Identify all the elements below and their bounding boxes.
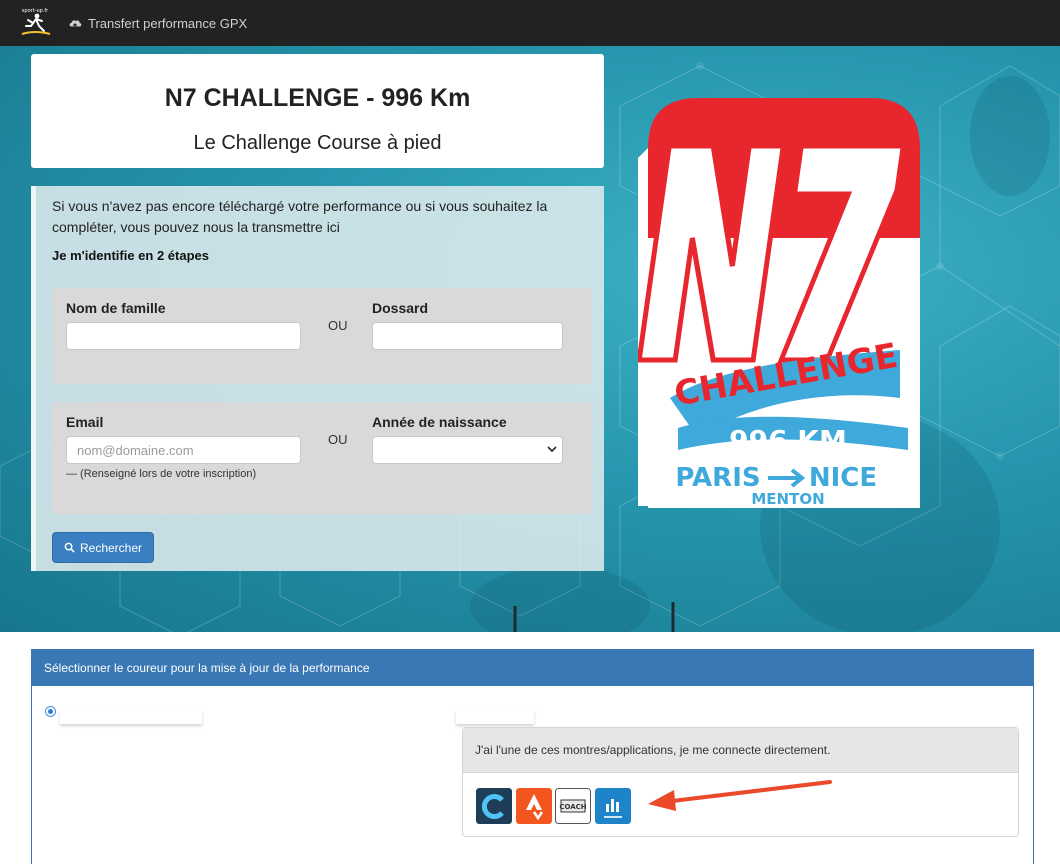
email-label: Email	[66, 414, 104, 430]
redacted-runner-info	[456, 710, 534, 724]
logo-route-to: NICE	[809, 463, 877, 493]
redacted-runner-name	[60, 710, 202, 724]
decathlon-coach-icon[interactable]	[595, 788, 631, 824]
coach-icon-label: COACH	[559, 803, 586, 811]
email-hint: — (Renseigné lors de votre inscription)	[66, 468, 257, 480]
logo-route-from: PARIS	[675, 463, 760, 493]
runner-logo-icon[interactable]: sport-up.fr	[16, 4, 54, 42]
identify-form-panel: Si vous n'avez pas encore téléchargé vot…	[31, 186, 604, 571]
email-input[interactable]	[66, 436, 301, 464]
cloud-upload-icon	[69, 20, 82, 29]
nav-transfer-gpx-link[interactable]: Transfert performance GPX	[68, 14, 247, 32]
steps-label: Je m'identifie en 2 étapes	[52, 248, 209, 263]
title-card: N7 CHALLENGE - 996 Km Le Challenge Cours…	[31, 54, 604, 168]
or-label: OU	[328, 432, 348, 447]
birthyear-label: Année de naissance	[372, 414, 507, 430]
lastname-input[interactable]	[66, 322, 301, 350]
runner-radio[interactable]	[45, 706, 56, 717]
email-or-birthyear-group: Email — (Renseigné lors de votre inscrip…	[52, 402, 592, 514]
runner-selection-panel: Sélectionner le coureur pour la mise à j…	[31, 649, 1034, 864]
search-icon	[64, 542, 75, 553]
bib-label: Dossard	[372, 300, 429, 316]
search-button-label: Rechercher	[79, 540, 143, 555]
nav-link-label: Transfert performance GPX	[88, 15, 248, 31]
or-label: OU	[328, 318, 348, 333]
logo-distance-text: 996 KM	[729, 424, 847, 457]
intro-text: Si vous n'avez pas encore téléchargé vot…	[52, 198, 548, 235]
name-or-bib-group: Nom de famille OU Dossard	[52, 288, 592, 384]
page-title: N7 CHALLENGE - 996 Km	[164, 84, 471, 112]
page-subtitle: Le Challenge Course à pied	[193, 132, 442, 154]
svg-text:sport-up.fr: sport-up.fr	[22, 8, 49, 14]
hero-section: N7 CHALLENGE - 996 Km Le Challenge Cours…	[0, 46, 1060, 632]
birthyear-select-value[interactable]	[372, 436, 563, 464]
red-arrow-annotation	[648, 780, 832, 811]
birthyear-select[interactable]	[372, 436, 563, 464]
logo-route-extra: MENTON	[751, 490, 824, 508]
chevron-down-icon	[547, 446, 557, 453]
selection-panel-header: Sélectionner le coureur pour la mise à j…	[32, 650, 1033, 686]
top-navbar: sport-up.fr Transfert performance GPX	[0, 0, 1060, 47]
strava-icon[interactable]	[516, 788, 552, 824]
garmin-connect-icon[interactable]	[476, 788, 512, 824]
connect-apps-text: J'ai l'une de ces montres/applications, …	[463, 728, 1018, 773]
bib-input[interactable]	[372, 322, 563, 350]
lastname-label: Nom de famille	[66, 300, 166, 316]
n7-challenge-logo: CHALLENGE 996 KM PARIS NICE MENTON	[638, 98, 920, 508]
runmotion-coach-icon[interactable]: COACH	[555, 788, 591, 824]
search-button[interactable]: Rechercher	[52, 532, 154, 563]
